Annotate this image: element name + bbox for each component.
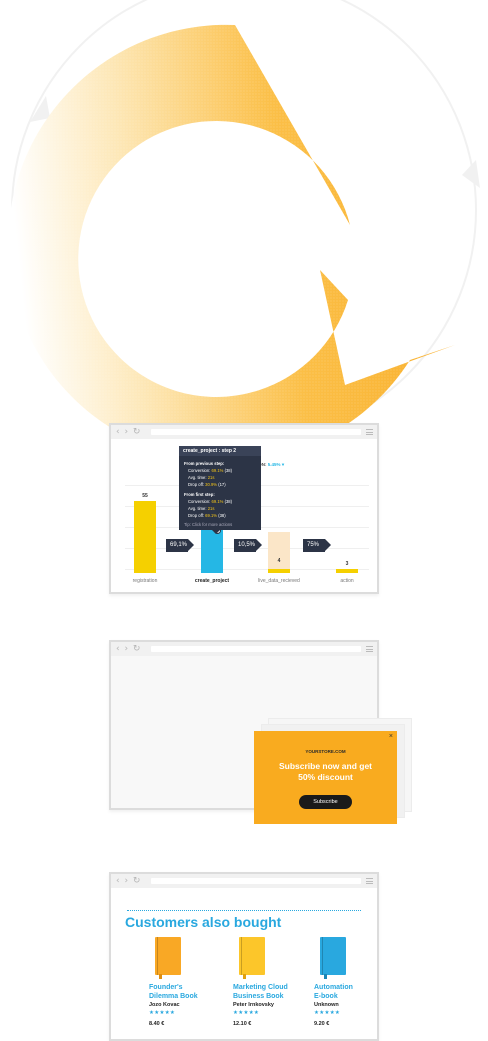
product-title[interactable]: Marketing Cloud Business Book [233,984,313,1001]
product-price: 9.20 € [314,1021,330,1027]
hero-cycle-illustration [8,0,480,430]
funnel-bar-label: action [340,578,354,584]
tooltip-row: Drop off: 30.9% (17) [188,482,226,487]
popup-headline: Subscribe now and get 50% discount [278,761,373,782]
address-bar[interactable] [151,646,361,652]
hamburger-menu-icon[interactable] [366,878,373,884]
conversion-arrow: 69,1% [166,539,194,552]
product-author: Unknown [314,1002,339,1008]
funnel-bar-label: create_project [194,578,230,584]
overall-conversion-value: 5.45% [267,462,281,467]
address-bar[interactable] [151,878,361,884]
browser-toolbar: ‹ › ↻ [111,642,377,656]
rating-stars-icon: ★★★★★ [149,1010,176,1016]
nav-arrows-icon: ‹ › ↻ [116,876,142,886]
funnel-bar-value: 3 [345,561,349,567]
funnel-bar-live-data-recieved[interactable] [268,569,290,573]
tooltip-section-heading: From previous step: [184,461,225,466]
hamburger-menu-icon[interactable] [366,646,373,652]
product-author: Peter Irnkovsky [233,1002,274,1008]
tooltip-tip: Tip: Click for more actions [184,522,233,527]
conversion-arrow: 10,5% [234,539,262,552]
book-icon [155,937,181,979]
recommendations-browser-window: ‹ › ↻ Customers also bought Founder's Di… [109,872,379,1041]
book-icon [320,937,346,979]
tooltip-title: create_project : step 2 [179,446,261,456]
grid-line [125,569,369,570]
tooltip-row: Conversion: 69.1% (38) [188,468,233,473]
funnel-bar-label: registration [132,578,158,584]
conversion-arrow: 75% [303,539,331,552]
rating-stars-icon: ★★★★★ [314,1010,341,1016]
funnel-bar-label: live_data_recieved [258,578,300,584]
close-icon[interactable]: × [389,733,393,740]
browser-toolbar: ‹ › ↻ [111,874,377,888]
chevron-down-icon[interactable]: ▾ [282,462,284,467]
tooltip-row: Avg. time: 21s [188,506,215,511]
funnel-bar-value: 4 [277,558,281,564]
tooltip-row: Conversion: 69.1% (38) [188,499,233,504]
ring-hole [148,128,332,312]
tooltip-row: Avg. time: 21s [188,475,215,480]
tooltip-pointer [212,530,220,534]
recommendations-title: Customers also bought [125,914,282,930]
hamburger-menu-icon[interactable] [366,429,373,435]
browser-toolbar: ‹ › ↻ [111,425,377,439]
product-price: 8.40 € [149,1021,165,1027]
funnel-browser-window: ‹ › ↻ ESION: 5.45% ▾ 55 registration cre… [109,423,379,594]
funnel-bar-action[interactable] [336,569,358,573]
divider [127,910,361,911]
subscribe-popup: × YOURSTORE.COM Subscribe now and get 50… [254,731,397,824]
product-title[interactable]: Automation E-book [314,984,394,1001]
funnel-step-tooltip: create_project : step 2 From previous st… [179,446,261,534]
product-price: 12.10 € [233,1021,252,1027]
store-name: YOURSTORE.COM [305,749,346,754]
product-author: Jozo Kovac [149,1002,180,1008]
nav-arrows-icon: ‹ › ↻ [116,644,142,654]
tooltip-section-heading: From first step: [184,492,215,497]
tooltip-row: Drop off: 69.1% (38) [188,513,226,518]
funnel-bar-value: 55 [142,493,148,499]
funnel-bar-background [268,532,290,573]
product-title[interactable]: Founder's Dilemma Book [149,984,229,1001]
nav-arrows-icon: ‹ › ↻ [116,427,142,437]
rating-stars-icon: ★★★★★ [233,1010,260,1016]
subscribe-button[interactable]: Subscribe [299,795,352,809]
funnel-bar-registration[interactable] [134,501,156,573]
address-bar[interactable] [151,429,361,435]
book-icon [239,937,265,979]
